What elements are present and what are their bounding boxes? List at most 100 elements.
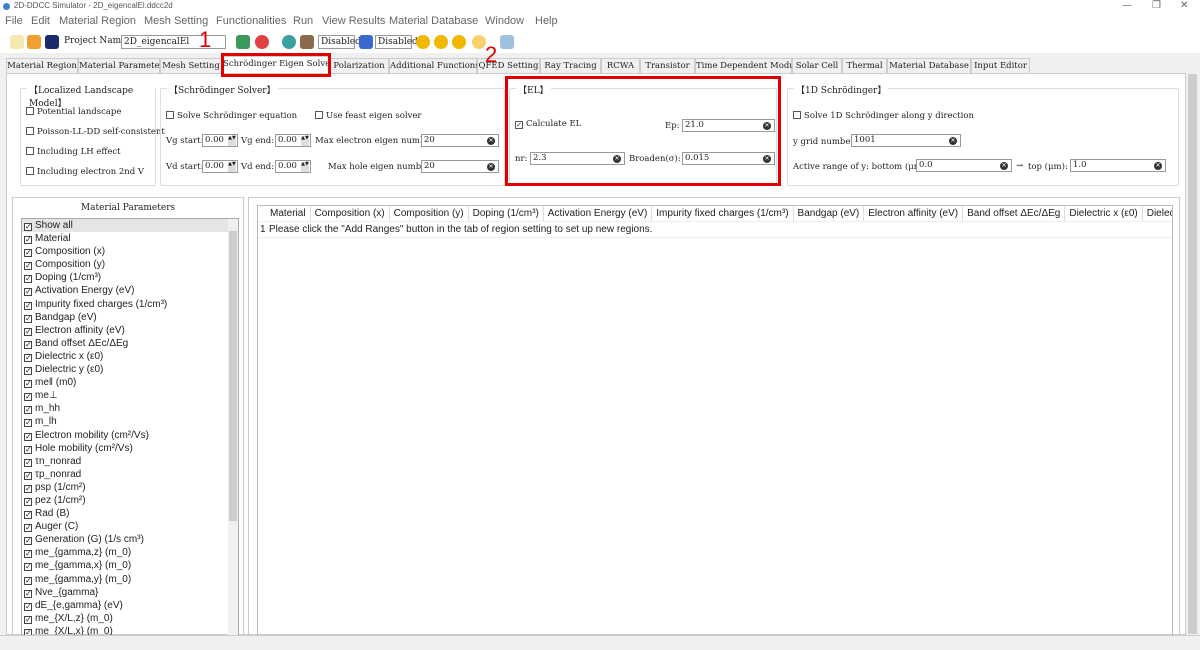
parameter-checkbox[interactable]: ✓ me⊥ [22, 389, 238, 402]
tab-input-editor[interactable]: Input Editor [971, 58, 1030, 74]
menu-window[interactable]: Window [485, 15, 524, 27]
save-icon[interactable] [45, 35, 59, 49]
disabled-select-2[interactable]: Disabled [375, 35, 418, 49]
tab-polarization[interactable]: Polarization [329, 58, 389, 74]
parameter-checkbox[interactable]: ✓ me_{X/L,z} (m_0) [22, 612, 238, 625]
parameter-checkbox[interactable]: ✓ Composition (y) [22, 258, 238, 271]
parameter-checkbox[interactable]: ✓ m_lh [22, 415, 238, 428]
new-file-icon[interactable] [10, 35, 24, 49]
max-hole-input[interactable]: 20 ✕ [421, 160, 499, 173]
parameter-checkbox[interactable]: ✓ me_{gamma,x} (m_0) [22, 559, 238, 572]
refresh-icon[interactable] [255, 35, 269, 49]
column-header[interactable]: Bandgap (eV) [794, 206, 865, 221]
parameter-checkbox[interactable]: ✓ Dielectric y (ε0) [22, 363, 238, 376]
tab-mesh-setting[interactable]: Mesh Setting [160, 58, 222, 74]
parameter-checkbox[interactable]: ✓ Hole mobility (cm²/Vs) [22, 442, 238, 455]
column-header[interactable]: Doping (1/cm³) [469, 206, 544, 221]
tab-ray-tracing[interactable]: Ray Tracing [540, 58, 601, 74]
close-button[interactable]: ✕ [1180, 0, 1188, 11]
column-header[interactable]: Band offset ΔEc/ΔEg [963, 206, 1066, 221]
parameter-checkbox[interactable]: ✓ dE_{e,gamma} (eV) [22, 599, 238, 612]
menu-view-results[interactable]: View Results [322, 15, 385, 27]
column-header[interactable]: Dielectric x (ε0) [1065, 206, 1143, 221]
parameter-checkbox[interactable]: ✓ Band offset ΔEc/ΔEg [22, 337, 238, 350]
vd-start-spinbox[interactable]: 0.00 ▲▼ [202, 160, 238, 173]
parameter-checkbox[interactable]: ✓ Bandgap (eV) [22, 311, 238, 324]
tab-solar-cell[interactable]: Solar Cell [792, 58, 842, 74]
column-header[interactable]: Impurity fixed charges (1/cm³) [652, 206, 794, 221]
page-scrollbar[interactable] [1186, 60, 1198, 635]
table-row[interactable]: 1 Please click the "Add Ranges" button i… [258, 222, 1172, 238]
menu-help[interactable]: Help [535, 15, 558, 27]
potential-landscape-checkbox[interactable]: Potential landscape [26, 107, 121, 117]
parameter-checkbox[interactable]: ✓ me_{gamma,y} (m_0) [22, 573, 238, 586]
tab-material-region[interactable]: Material Region [6, 58, 78, 74]
disabled-select-1[interactable]: Disabled [318, 35, 361, 49]
tab-additional-functions[interactable]: Additional Functions [389, 58, 480, 74]
parameter-checkbox[interactable]: ✓ m_hh [22, 402, 238, 415]
top-input[interactable]: 1.0 ✕ [1070, 159, 1166, 172]
column-header[interactable]: Composition (x) [311, 206, 390, 221]
parameter-checkbox[interactable]: ✓ Show all [22, 219, 238, 233]
feast-solver-checkbox[interactable]: Use feast eigen solver [315, 111, 421, 121]
electron-2nd-v-checkbox[interactable]: Including electron 2nd V [26, 167, 144, 177]
poisson-ll-dd-checkbox[interactable]: Poisson-LL-DD self-consistent [26, 127, 165, 137]
solve-schrodinger-checkbox[interactable]: Solve Schrödinger equation [166, 111, 297, 121]
parameter-checkbox[interactable]: ✓ τp_nonrad [22, 468, 238, 481]
lh-effect-checkbox[interactable]: Including LH effect [26, 147, 121, 157]
column-header[interactable]: Material [266, 206, 311, 221]
parameter-checkbox[interactable]: ✓ Doping (1/cm³) [22, 271, 238, 284]
tab-material-database[interactable]: Material Database [887, 58, 971, 74]
max-electron-input[interactable]: 20 ✕ [421, 134, 499, 147]
menu-material-database[interactable]: Material Database [389, 15, 478, 27]
run-all-icon[interactable] [434, 35, 448, 49]
tab-transistor[interactable]: Transistor [640, 58, 695, 74]
y-grid-input[interactable]: 1001 ✕ [851, 134, 961, 147]
parameter-checkbox[interactable]: ✓ psp (1/cm²) [22, 481, 238, 494]
scrollbar-thumb[interactable] [1188, 74, 1197, 634]
solve-1d-schrodinger-checkbox[interactable]: Solve 1D Schrödinger along y direction [793, 111, 974, 121]
tab-rcwa[interactable]: RCWA [601, 58, 640, 74]
menu-file[interactable]: File [5, 15, 23, 27]
menu-material-region[interactable]: Material Region [59, 15, 136, 27]
parameter-checkbox[interactable]: ✓ Generation (G) (1/s cm³) [22, 533, 238, 546]
maximize-button[interactable]: ❐ [1152, 0, 1161, 11]
menu-functionalities[interactable]: Functionalities [216, 15, 286, 27]
run-icon[interactable] [416, 35, 430, 49]
scrollbar-thumb[interactable] [229, 231, 237, 521]
vg-end-spinbox[interactable]: 0.00 ▲▼ [275, 134, 311, 147]
menu-run[interactable]: Run [293, 15, 313, 27]
column-header[interactable]: Electron affinity (eV) [864, 206, 964, 221]
parameter-checkbox[interactable]: ✓ Rad (B) [22, 507, 238, 520]
column-header[interactable]: Activation Energy (eV) [544, 206, 653, 221]
parameter-checkbox[interactable]: ✓ Auger (C) [22, 520, 238, 533]
stop-icon[interactable] [472, 35, 486, 49]
parameter-checkbox[interactable]: ✓ τn_nonrad [22, 455, 238, 468]
bottom-input[interactable]: 0.0 ✕ [916, 159, 1012, 172]
chart-icon[interactable] [500, 35, 514, 49]
parameter-checkbox[interactable]: ✓ Impurity fixed charges (1/cm³) [22, 298, 238, 311]
vd-end-spinbox[interactable]: 0.00 ▲▼ [275, 160, 311, 173]
parameter-checkbox[interactable]: ✓ Material [22, 232, 238, 245]
tab-material-parameter[interactable]: Material Parameter [78, 58, 164, 74]
parameter-checkbox[interactable]: ✓ Composition (x) [22, 245, 238, 258]
column-header[interactable]: Dielectric [1143, 206, 1172, 221]
menu-edit[interactable]: Edit [31, 15, 50, 27]
menu-mesh-setting[interactable]: Mesh Setting [144, 15, 208, 27]
parameter-checkbox[interactable]: ✓ Electron affinity (eV) [22, 324, 238, 337]
list-scrollbar[interactable] [228, 219, 238, 635]
tab-thermal[interactable]: Thermal [842, 58, 887, 74]
bars-icon[interactable] [300, 35, 314, 49]
gear-icon[interactable] [282, 35, 296, 49]
parameter-checkbox[interactable]: ✓ meǁ (m0) [22, 376, 238, 389]
parameter-checkbox[interactable]: ✓ Dielectric x (ε0) [22, 350, 238, 363]
vg-start-spinbox[interactable]: 0.00 ▲▼ [202, 134, 238, 147]
parameter-checkbox[interactable]: ✓ me_{gamma,z} (m_0) [22, 546, 238, 559]
open-folder-icon[interactable] [27, 35, 41, 49]
mesh-icon[interactable] [236, 35, 250, 49]
minimize-button[interactable]: — [1122, 0, 1132, 11]
column-header[interactable]: Composition (y) [390, 206, 469, 221]
parameter-checkbox[interactable]: ✓ Electron mobility (cm²/Vs) [22, 429, 238, 442]
parameter-checkbox[interactable]: ✓ pez (1/cm²) [22, 494, 238, 507]
parameter-checkbox[interactable]: ✓ Nve_{gamma} [22, 586, 238, 599]
